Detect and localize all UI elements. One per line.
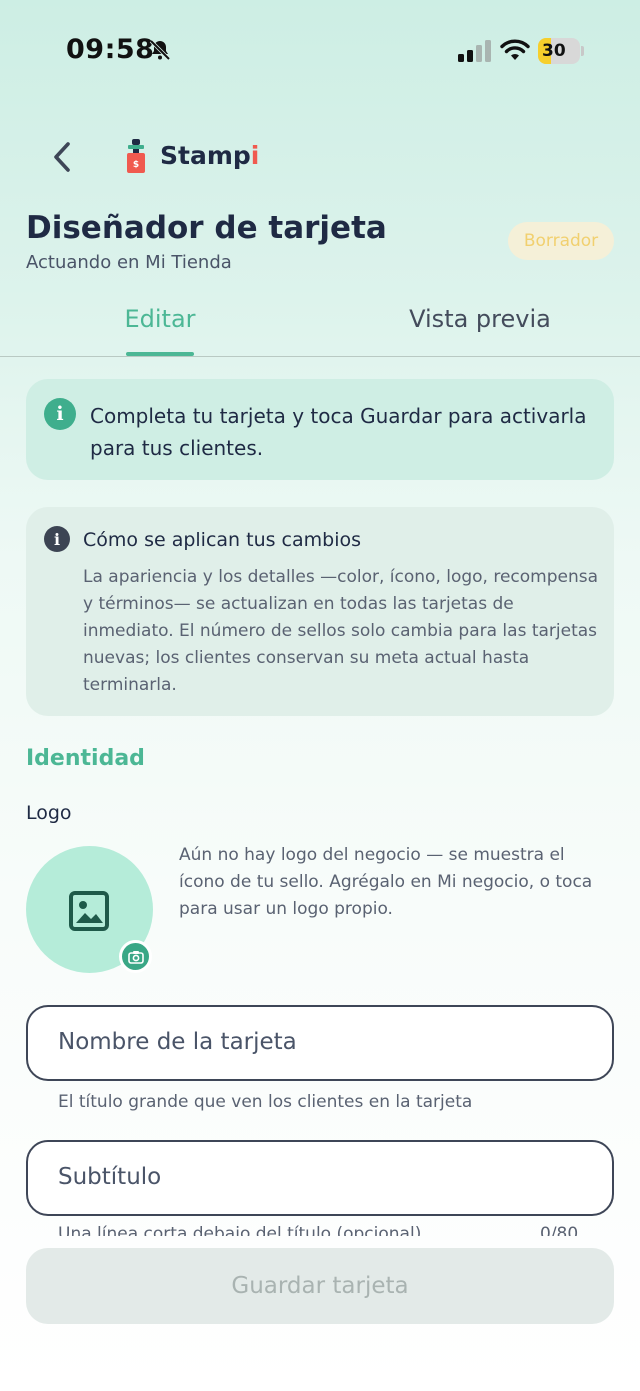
page-title: Diseñador de tarjeta [26,210,387,246]
wifi-icon [500,39,530,60]
info-icon: i [44,398,76,430]
section-title-identity: Identidad [26,746,145,771]
stampi-logo-icon: $ [127,139,145,173]
status-badge: Borrador [508,222,614,260]
card-name-placeholder: Nombre de la tarjeta [58,1029,297,1055]
card-name-input[interactable]: Nombre de la tarjeta [26,1005,614,1081]
cellular-signal-icon [458,40,491,62]
brand-main: Stamp [160,141,251,170]
info-banner-text: Completa tu tarjeta y toca Guardar para … [90,404,587,460]
subtitle-helper-clip: Una línea corta debajo del título (opcio… [58,1224,618,1236]
back-chevron-icon[interactable] [48,140,78,174]
subtitle-input[interactable]: Subtítulo [26,1140,614,1216]
image-placeholder-icon [69,891,109,931]
tab-preview[interactable]: Vista previa [320,305,640,333]
subtitle-helper: Una línea corta debajo del título (opcio… [58,1224,422,1236]
brand-name: Stampi [160,141,259,170]
logo-label: Logo [26,802,72,824]
logo-help-text: Aún no hay logo del negocio — se muestra… [179,845,593,919]
tab-divider [0,356,640,357]
card-name-helper: El título grande que ven los clientes en… [58,1092,473,1112]
status-time: 09:58 [66,34,155,65]
camera-button[interactable] [119,940,152,973]
subtitle-placeholder: Subtítulo [58,1164,162,1190]
tab-edit[interactable]: Editar [0,305,320,333]
save-card-button[interactable]: Guardar tarjeta [26,1248,614,1324]
page-subtitle: Actuando en Mi Tienda [26,252,232,273]
changes-note-body: La apariencia y los detalles —color, íco… [83,567,599,695]
svg-text:$: $ [133,160,139,170]
camera-icon [128,951,144,964]
info-dark-icon: i [44,526,70,552]
changes-note-title: Cómo se aplican tus cambios [83,529,362,551]
bell-muted-icon [149,39,171,61]
battery-indicator: 30 [538,38,584,64]
battery-level: 30 [542,41,566,61]
brand-accent: i [250,141,260,170]
subtitle-counter: 0/80 [540,1224,579,1236]
subtitle-counter-clip: 0/80 [540,1224,590,1236]
